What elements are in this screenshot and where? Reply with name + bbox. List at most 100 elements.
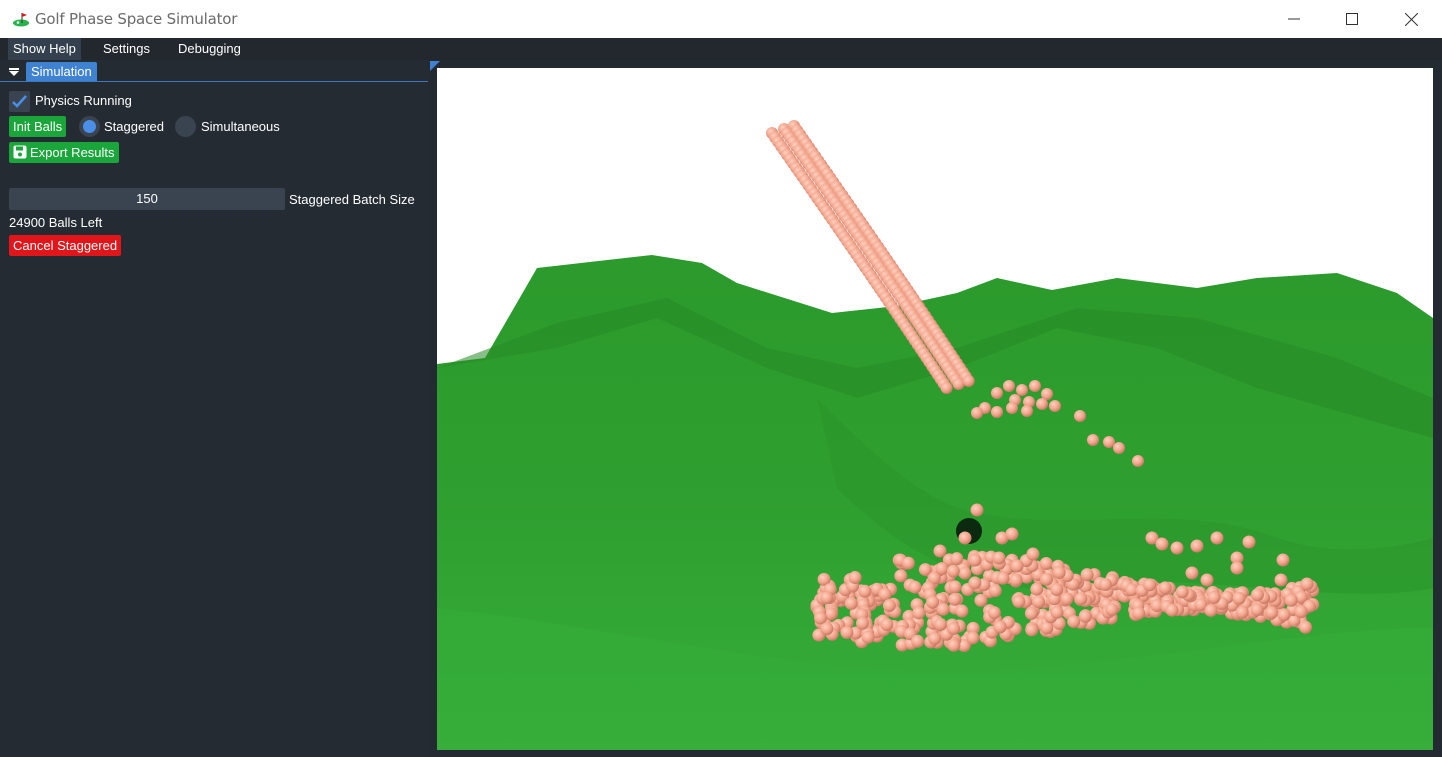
golf-ball [1012,594,1026,608]
simultaneous-label: Simultaneous [201,119,280,134]
golf-ball [970,503,984,517]
golf-ball [1039,556,1053,570]
golf-ball [820,622,834,636]
golf-ball [882,599,896,613]
golf-ball [1165,603,1179,617]
minimize-button[interactable] [1265,0,1323,38]
golf-ball [1250,588,1264,602]
golf-ball [1242,535,1256,549]
golf-ball [901,556,915,570]
golf-ball [1265,606,1279,620]
window-title: Golf Phase Space Simulator [35,10,238,28]
staggered-radio[interactable] [79,116,100,137]
checkmark-icon [12,95,27,108]
golf-ball [933,544,947,558]
golf-ball [844,596,858,610]
golf-ball [1049,400,1061,412]
panel-divider [0,81,428,82]
golf-ball [1175,585,1189,599]
title-bar: Golf Phase Space Simulator [0,0,1442,39]
golf-ball [1170,541,1184,555]
golf-ball [971,407,983,419]
collapse-arrow-icon[interactable] [6,64,22,80]
golf-ball [987,606,1001,620]
golf-ball [1276,553,1290,567]
golf-ball [1274,573,1288,587]
menu-settings[interactable]: Settings [98,38,155,60]
batch-size-label: Staggered Batch Size [289,192,415,207]
golf-ball [894,569,908,583]
simultaneous-radio[interactable] [175,116,196,137]
golf-ball [948,580,962,594]
golf-ball [966,631,980,645]
golf-ball [856,616,870,630]
staggered-label: Staggered [104,119,164,134]
save-icon [13,145,27,159]
golf-ball [1029,380,1041,392]
golf-ball [908,580,922,594]
golf-ball [940,382,953,394]
golf-ball [958,566,972,580]
golf-ball [926,595,940,609]
golf-ball [1185,566,1199,580]
golf-ball [861,630,875,644]
golf-ball [1143,578,1157,592]
golf-ball [1132,606,1146,620]
golf-ball [1294,605,1308,619]
golf-ball [1009,573,1023,587]
golf-ball [933,617,947,631]
golf-ball [962,375,975,387]
export-results-button[interactable]: Export Results [9,142,119,163]
batch-size-slider[interactable]: 150 [9,188,285,210]
export-results-label: Export Results [30,145,115,160]
golf-ball [947,638,961,652]
golf-ball [1026,547,1040,561]
menu-debugging[interactable]: Debugging [173,38,246,60]
golf-ball [1067,615,1081,629]
physics-running-label: Physics Running [35,93,132,108]
golf-ball [947,622,961,636]
golf-ball [1024,606,1038,620]
cancel-staggered-button[interactable]: Cancel Staggered [9,235,122,256]
golf-ball [1235,605,1249,619]
golf-ball [955,604,969,618]
golf-ball [878,587,892,601]
golf-ball [1050,605,1064,619]
golf-ball [1200,573,1214,587]
golf-ball [1074,592,1088,606]
minimize-icon [1288,18,1300,20]
balls-left-text: 24900 Balls Left [9,215,103,230]
golf-ball [991,406,1003,418]
golf-ball [1300,577,1314,591]
golf-ball [1284,593,1298,607]
golf-ball [935,562,949,576]
golf-ball [1030,582,1044,596]
golf-ball [1232,591,1246,605]
simulation-viewport[interactable] [437,68,1433,750]
golf-ball [1132,455,1144,467]
golf-ball [912,606,926,620]
golf-ball [946,564,960,578]
golf-ball [1158,581,1172,595]
physics-running-checkbox[interactable] [9,91,30,112]
tab-simulation[interactable]: Simulation [26,62,97,81]
golf-ball [928,632,942,646]
golf-ball [840,625,854,639]
golf-ball [1039,572,1053,586]
golf-ball [1006,402,1018,414]
close-button[interactable] [1382,0,1440,38]
golf-ball [1299,620,1313,634]
golf-ball [880,618,894,632]
maximize-button[interactable] [1323,0,1381,38]
golf-ball [1087,434,1099,446]
golf-ball [1025,623,1039,637]
init-balls-button[interactable]: Init Balls [9,116,67,137]
golf-ball [950,552,964,566]
golf-ball [1210,531,1224,545]
golf-ball [1050,582,1064,596]
golf-ball [911,634,925,648]
golf-ball [993,620,1007,634]
golf-ball [1277,608,1291,622]
menu-show-help[interactable]: Show Help [8,38,81,60]
golf-ball [1155,537,1169,551]
